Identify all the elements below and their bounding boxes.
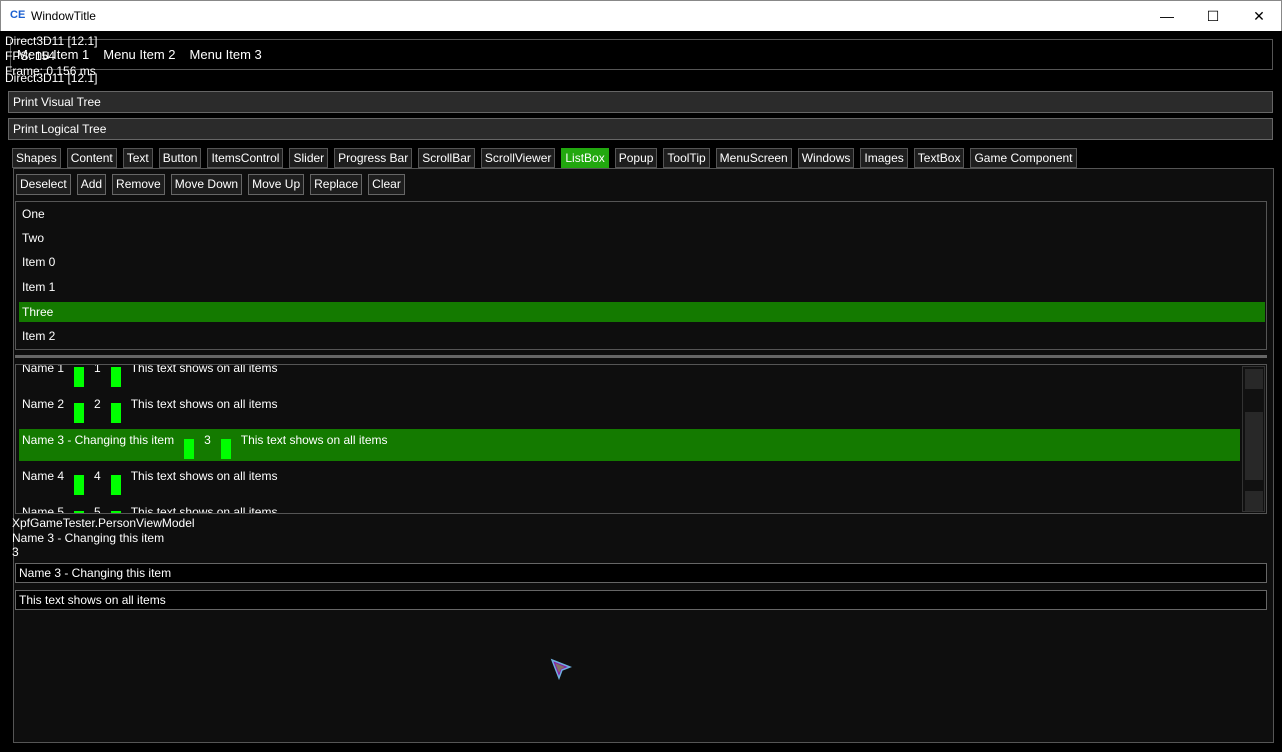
remove-button[interactable]: Remove <box>112 174 165 195</box>
list-item[interactable]: Item 2 <box>19 326 1265 346</box>
vertical-scrollbar[interactable] <box>1242 366 1265 512</box>
clear-button[interactable]: Clear <box>368 174 405 195</box>
person-listbox[interactable]: Name 11This text shows on all itemsName … <box>15 364 1267 514</box>
tab-scrollbar[interactable]: ScrollBar <box>418 148 475 168</box>
splitter[interactable] <box>15 355 1267 358</box>
person-number: 4 <box>94 469 101 483</box>
string-listbox[interactable]: One Two Item 0 Item 1 Three Item 2 <box>15 201 1267 350</box>
green-bar <box>221 439 231 459</box>
person-name: Name 4 <box>22 469 64 483</box>
list-item[interactable]: Two <box>19 228 1265 248</box>
title-bar: CE WindowTitle — ☐ ✕ <box>0 0 1282 31</box>
scroll-thumb[interactable] <box>1245 412 1263 480</box>
person-name: Name 2 <box>22 397 64 411</box>
menu-item-2[interactable]: Menu Item 2 <box>103 47 175 62</box>
person-number: 3 <box>204 433 211 447</box>
tab-text[interactable]: Text <box>123 148 153 168</box>
menu-bar: Menu Item 1 Menu Item 2 Menu Item 3 <box>10 39 1273 70</box>
person-text: This text shows on all items <box>131 469 278 483</box>
mouse-cursor-icon <box>550 658 572 683</box>
tab-textbox[interactable]: TextBox <box>914 148 965 168</box>
person-row-selected[interactable]: Name 3 - Changing this item 3 This text sh… <box>19 429 1240 461</box>
person-number: 5 <box>94 505 101 514</box>
green-bar <box>111 367 121 387</box>
tab-popup[interactable]: Popup <box>615 148 658 168</box>
menu-item-1[interactable]: Menu Item 1 <box>17 47 89 62</box>
scroll-up-button[interactable] <box>1245 369 1263 389</box>
person-name: Name 1 <box>22 364 64 375</box>
person-name: Name 5 <box>22 505 64 514</box>
selected-item-name: Name 3 - Changing this item <box>12 531 164 545</box>
scroll-down-button[interactable] <box>1245 491 1263 511</box>
name-textbox[interactable]: Name 3 - Changing this item <box>15 563 1267 583</box>
tab-tooltip[interactable]: ToolTip <box>663 148 709 168</box>
maximize-button[interactable]: ☐ <box>1190 1 1236 31</box>
tab-listbox[interactable]: ListBox <box>561 148 608 168</box>
move-down-button[interactable]: Move Down <box>171 174 242 195</box>
green-bar <box>74 511 84 514</box>
window-title: WindowTitle <box>31 9 96 23</box>
tab-windows[interactable]: Windows <box>798 148 855 168</box>
app-icon: CE <box>10 9 25 21</box>
green-bar <box>111 475 121 495</box>
person-number: 1 <box>94 364 101 375</box>
green-bar <box>74 367 84 387</box>
person-row[interactable]: Name 5 5 This text shows on all items <box>19 501 1240 514</box>
print-logical-tree-button[interactable]: Print Logical Tree <box>8 118 1273 140</box>
listbox-toolbar: Deselect Add Remove Move Down Move Up Re… <box>16 174 405 195</box>
green-bar <box>111 511 121 514</box>
tab-game-component[interactable]: Game Component <box>970 148 1076 168</box>
menu-item-3[interactable]: Menu Item 3 <box>190 47 262 62</box>
person-row[interactable]: Name 2 2 This text shows on all items <box>19 393 1240 429</box>
person-text: This text shows on all items <box>131 505 278 514</box>
green-bar <box>184 439 194 459</box>
green-bar <box>111 403 121 423</box>
tab-button[interactable]: Button <box>159 148 202 168</box>
tab-strip: Shapes Content Text Button ItemsControl … <box>12 148 1077 168</box>
minimize-button[interactable]: — <box>1144 1 1190 31</box>
tab-shapes[interactable]: Shapes <box>12 148 61 168</box>
close-button[interactable]: ✕ <box>1236 1 1282 31</box>
person-row[interactable]: Name 4 4 This text shows on all items <box>19 465 1240 501</box>
tab-images[interactable]: Images <box>860 148 907 168</box>
tab-scrollviewer[interactable]: ScrollViewer <box>481 148 555 168</box>
tab-progress-bar[interactable]: Progress Bar <box>334 148 412 168</box>
move-up-button[interactable]: Move Up <box>248 174 304 195</box>
person-text: This text shows on all items <box>241 433 388 447</box>
list-item[interactable]: Item 0 <box>19 252 1265 272</box>
replace-button[interactable]: Replace <box>310 174 362 195</box>
tab-itemscontrol[interactable]: ItemsControl <box>207 148 283 168</box>
list-item[interactable]: Item 1 <box>19 277 1265 297</box>
person-name: Name 3 - Changing this item <box>22 433 174 447</box>
add-button[interactable]: Add <box>77 174 106 195</box>
person-number: 2 <box>94 397 101 411</box>
person-text: This text shows on all items <box>131 397 278 411</box>
person-text: This text shows on all items <box>131 364 278 375</box>
list-item-selected[interactable]: Three <box>19 302 1265 322</box>
green-bar <box>74 403 84 423</box>
green-bar <box>74 475 84 495</box>
deselect-button[interactable]: Deselect <box>16 174 71 195</box>
renderer-label-2: Direct3D11 [12.1] <box>5 71 98 86</box>
selected-item-type: XpfGameTester.PersonViewModel <box>12 516 195 530</box>
tab-content[interactable]: Content <box>67 148 117 168</box>
list-item[interactable]: One <box>19 204 1265 224</box>
selected-item-number: 3 <box>12 545 19 559</box>
text-textbox[interactable]: This text shows on all items <box>15 590 1267 610</box>
tab-menuscreen[interactable]: MenuScreen <box>716 148 792 168</box>
tab-slider[interactable]: Slider <box>289 148 328 168</box>
person-row[interactable]: Name 1 1 This text shows on all items <box>19 364 1240 393</box>
print-visual-tree-button[interactable]: Print Visual Tree <box>8 91 1273 113</box>
